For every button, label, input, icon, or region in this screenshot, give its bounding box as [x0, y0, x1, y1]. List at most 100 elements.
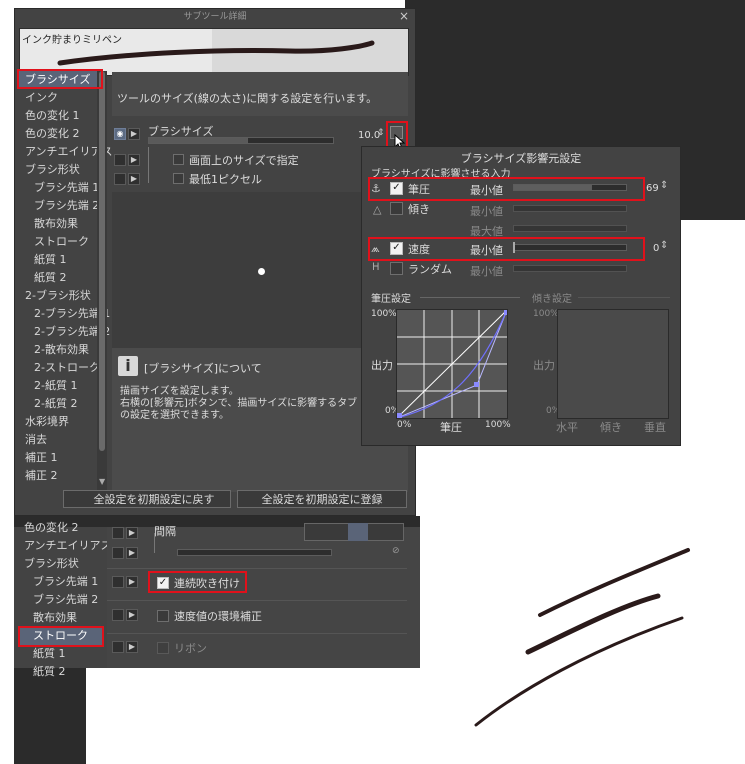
category-item[interactable]: 2-ブラシ先端 2 [19, 323, 110, 341]
category-item[interactable]: 紙質 1 [19, 251, 105, 269]
interval-slider[interactable] [177, 549, 332, 556]
tilt-max-slider[interactable] [513, 225, 627, 232]
category-item[interactable]: 補正 1 [19, 449, 105, 467]
brush-dot [258, 268, 265, 275]
spray-lock[interactable] [112, 576, 124, 588]
category-list: ブラシサイズ インク 色の変化 1 色の変化 2 アンチエイリアス ブラシ形状 ブラシ先端 … [19, 71, 113, 491]
category-item[interactable]: 色の変化 2 [19, 125, 105, 143]
pressure-y-mid: 出力 [371, 359, 393, 372]
row-lock-2[interactable] [114, 173, 126, 185]
category-item[interactable]: 紙質 2 [19, 269, 105, 287]
interval-row-lock-2[interactable] [112, 547, 124, 559]
ribbon-lock[interactable] [112, 641, 124, 653]
category-item[interactable]: 散布効果 [18, 609, 104, 627]
tilt-graph-title: 傾き設定 [532, 294, 572, 305]
category-item[interactable]: ブラシ先端 2 [18, 591, 104, 609]
expand-icon-3[interactable]: ▶ [128, 173, 140, 185]
tilt-curve-graph[interactable] [557, 309, 669, 419]
separator-1 [107, 568, 407, 569]
interval-label: 間隔 [154, 525, 176, 538]
category-item[interactable]: 2-紙質 1 [19, 377, 105, 395]
register-defaults-button[interactable]: 全設定を初期設定に登録 [237, 490, 407, 508]
min-pixel-checkbox[interactable] [173, 173, 184, 184]
pressure-curve-graph[interactable] [396, 309, 508, 419]
spray-expand-icon[interactable]: ▶ [126, 576, 138, 588]
panel-title: サブツール詳細 [183, 12, 247, 22]
sample-stroke-1 [538, 548, 690, 617]
pressure-curve-svg [397, 310, 507, 418]
category-item[interactable]: 2-散布効果 [19, 341, 105, 359]
category-item[interactable]: 2-ストローク [19, 359, 105, 377]
category-scrollbar[interactable] [97, 71, 107, 491]
pressure-x-mid: 筆圧 [440, 421, 462, 434]
sample-stroke-2 [525, 593, 661, 655]
category-item[interactable]: 2-紙質 2 [19, 395, 105, 413]
category-item[interactable]: 色の変化 2 [18, 519, 104, 537]
speed-correction-label: 速度値の環境補正 [174, 610, 262, 623]
interval-lock[interactable] [112, 527, 124, 539]
highlight-stroke-category [18, 626, 104, 647]
popup-title: ブラシサイズ影響元設定 [460, 152, 582, 165]
category-item[interactable]: 色の変化 1 [19, 107, 105, 125]
spinner-icon[interactable]: ⇕ [377, 128, 385, 138]
category-item[interactable]: ブラシ形状 [18, 555, 104, 573]
interval-mode-selected[interactable] [348, 523, 368, 541]
screen-size-checkbox[interactable] [173, 154, 184, 165]
speed-correction-checkbox[interactable] [157, 610, 169, 622]
scroll-thumb[interactable] [99, 71, 105, 451]
random-slider[interactable] [513, 265, 627, 272]
category-item[interactable]: 散布効果 [19, 215, 105, 233]
category-item[interactable]: 紙質 2 [18, 663, 104, 681]
category-item[interactable]: ブラシ形状 [19, 161, 105, 179]
eye-icon[interactable]: ◉ [114, 128, 126, 140]
tilt-graph-rule [578, 297, 670, 298]
tilt-checkbox[interactable] [390, 202, 403, 215]
tilt-label: 傾き [408, 203, 430, 216]
separator-3 [107, 633, 407, 634]
category-item[interactable]: 2-ブラシ形状 [19, 287, 105, 305]
category-item[interactable]: ブラシ先端 1 [19, 179, 105, 197]
category-item[interactable]: 紙質 1 [18, 645, 104, 663]
random-icon: ᕼ [372, 262, 380, 273]
highlight-brush-size-category [17, 69, 103, 89]
interval-expand-icon-2[interactable]: ▶ [126, 547, 138, 559]
ribbon-checkbox[interactable] [157, 642, 169, 654]
category-item[interactable]: ブラシ先端 1 [18, 573, 104, 591]
random-checkbox[interactable] [390, 262, 403, 275]
expand-icon-2[interactable]: ▶ [128, 154, 140, 166]
random-param: 最小値 [470, 265, 503, 278]
reset-defaults-button[interactable]: 全設定を初期設定に戻す [63, 490, 231, 508]
category-item[interactable]: ブラシ先端 2 [19, 197, 105, 215]
brush-size-influence-popup: ブラシサイズ影響元設定 ブラシサイズに影響させる入力 ⚓ ✓ 筆圧 最小値 69… [361, 146, 681, 446]
tilt-x-left: 水平 [556, 421, 578, 434]
pressure-spinner-icon[interactable]: ⇕ [660, 180, 668, 191]
tilt-x-right: 垂直 [644, 421, 666, 434]
close-icon[interactable]: × [399, 9, 409, 23]
category-item[interactable]: アンチエイリアス [18, 537, 112, 555]
preview-label: インク貯まりミリペン [22, 31, 122, 46]
speed-spinner-icon[interactable]: ⇕ [660, 240, 668, 251]
row-lock-1[interactable] [114, 154, 126, 166]
highlight-continuous-spray [148, 571, 247, 593]
speed-correction-expand-icon[interactable]: ▶ [126, 609, 138, 621]
category-item[interactable]: 消去 [19, 431, 105, 449]
interval-expand-icon[interactable]: ▶ [126, 527, 138, 539]
expand-icon[interactable]: ▶ [128, 128, 140, 140]
category-item[interactable]: 補正 2 [19, 467, 105, 485]
tilt-min-slider[interactable] [513, 205, 627, 212]
category-item[interactable]: ストローク [19, 233, 105, 251]
category-item[interactable]: インク [19, 89, 105, 107]
tilt-min-param: 最小値 [470, 205, 503, 218]
speed-correction-lock[interactable] [112, 609, 124, 621]
description-area: ツールのサイズ(線の太さ)に関する設定を行います。 [112, 72, 408, 116]
pressure-value: 69 [646, 183, 659, 194]
tree-line [148, 147, 149, 183]
category-item[interactable]: アンチエイリアス [19, 143, 113, 161]
ribbon-expand-icon[interactable]: ▶ [126, 641, 138, 653]
sample-stroke-3 [474, 616, 684, 727]
description-text: ツールのサイズ(線の太さ)に関する設定を行います。 [117, 92, 378, 105]
pressure-graph-rule [420, 297, 520, 298]
scroll-down-icon[interactable]: ▼ [99, 477, 105, 486]
category-item[interactable]: 水彩境界 [19, 413, 105, 431]
category-item[interactable]: 2-ブラシ先端 1 [19, 305, 110, 323]
